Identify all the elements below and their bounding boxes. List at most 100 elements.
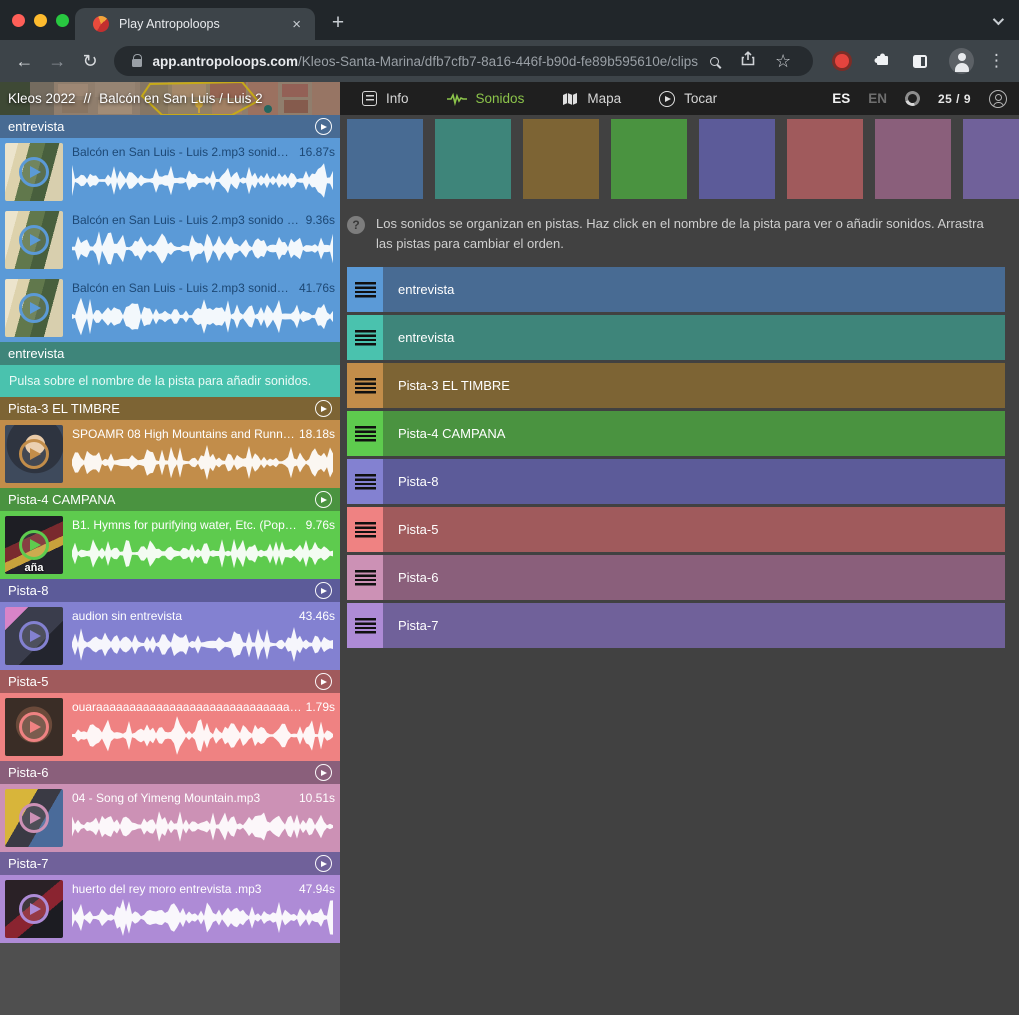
back-button[interactable]: ← [10, 51, 39, 72]
track-swatch[interactable] [435, 119, 511, 199]
lang-es-button[interactable]: ES [832, 91, 850, 106]
track-play-button[interactable] [315, 673, 332, 690]
account-icon[interactable] [989, 90, 1007, 108]
track-header[interactable]: Pista-5 [0, 670, 340, 693]
close-window-button[interactable] [12, 14, 25, 27]
map-thumbnail[interactable]: Kleos 2022 // Balcón en San Luis / Luis … [0, 82, 340, 115]
minimize-window-button[interactable] [34, 14, 47, 27]
maximize-window-button[interactable] [56, 14, 69, 27]
track-swatch[interactable] [963, 119, 1019, 199]
share-icon[interactable] [741, 51, 755, 71]
clip[interactable]: Balcón en San Luis - Luis 2.mp3 sonido h… [0, 274, 340, 342]
track-row[interactable]: Pista-4 CAMPANA [347, 411, 1005, 456]
track-header[interactable]: entrevista [0, 342, 340, 365]
track-row[interactable]: Pista-6 [347, 555, 1005, 600]
drag-handle[interactable] [347, 459, 383, 504]
nav-mapa[interactable]: Mapa [562, 91, 621, 106]
nav-tocar[interactable]: Tocar [659, 91, 717, 107]
tab-close-icon[interactable]: × [288, 16, 305, 33]
track-row[interactable]: entrevista [347, 315, 1005, 360]
clip[interactable]: Balcón en San Luis - Luis 2.mp3 sonido h… [0, 138, 340, 206]
track-play-button[interactable] [315, 400, 332, 417]
track-swatch[interactable] [523, 119, 599, 199]
clip[interactable]: ouaraaaaaaaaaaaaaaaaaaaaaaaaaaaaaaaaaaa.… [0, 693, 340, 761]
drag-handle[interactable] [347, 507, 383, 552]
clip-thumbnail[interactable] [5, 143, 63, 201]
new-tab-button[interactable]: + [325, 11, 351, 35]
clip-thumbnail[interactable] [5, 698, 63, 756]
nav-sonidos[interactable]: Sonidos [447, 91, 525, 106]
track-swatch[interactable] [787, 119, 863, 199]
track-row[interactable]: entrevista [347, 267, 1005, 312]
clip-play-icon[interactable] [19, 157, 49, 187]
clip[interactable]: 04 - Song of Yimeng Mountain.mp310.51s [0, 784, 340, 852]
clip-play-icon[interactable] [19, 621, 49, 651]
bookmark-star-icon[interactable]: ☆ [775, 52, 791, 70]
clip-play-icon[interactable] [19, 439, 49, 469]
track-row-label[interactable]: entrevista [383, 267, 454, 312]
browser-menu-icon[interactable]: ⋮ [988, 51, 1005, 71]
track-row[interactable]: Pista-8 [347, 459, 1005, 504]
track-swatch[interactable] [875, 119, 951, 199]
drag-handle[interactable] [347, 315, 383, 360]
track-row-label[interactable]: Pista-7 [383, 603, 438, 648]
track-row-label[interactable]: Pista-8 [383, 459, 438, 504]
track-play-button[interactable] [315, 491, 332, 508]
forward-button[interactable]: → [43, 51, 72, 72]
side-panel-icon[interactable] [913, 55, 927, 68]
recording-indicator-icon[interactable] [835, 54, 848, 68]
track-play-button[interactable] [315, 582, 332, 599]
drag-handle[interactable] [347, 603, 383, 648]
clip-play-icon[interactable] [19, 712, 49, 742]
breadcrumb-project[interactable]: Kleos 2022 [8, 91, 76, 106]
track-row[interactable]: Pista-5 [347, 507, 1005, 552]
track-row-label[interactable]: entrevista [383, 315, 454, 360]
page-url[interactable]: app.antropoloops.com/Kleos-Santa-Marina/… [152, 54, 698, 69]
browser-tab[interactable]: Play Antropoloops × [75, 8, 315, 40]
track-header[interactable]: Pista-7 [0, 852, 340, 875]
track-play-button[interactable] [315, 855, 332, 872]
track-swatch[interactable] [611, 119, 687, 199]
clip-thumbnail[interactable] [5, 789, 63, 847]
clip[interactable]: Balcón en San Luis - Luis 2.mp3 sonido h… [0, 206, 340, 274]
clip-play-icon[interactable] [19, 225, 49, 255]
track-row-label[interactable]: Pista-4 CAMPANA [383, 411, 505, 456]
help-icon[interactable]: ? [347, 216, 365, 234]
clip-thumbnail[interactable] [5, 425, 63, 483]
track-swatch[interactable] [699, 119, 775, 199]
track-header[interactable]: Pista-6 [0, 761, 340, 784]
clip-play-icon[interactable] [19, 530, 49, 560]
track-row[interactable]: Pista-3 EL TIMBRE [347, 363, 1005, 408]
clip-play-icon[interactable] [19, 894, 49, 924]
clip-thumbnail[interactable]: aña [5, 516, 63, 574]
browser-profile-avatar[interactable] [949, 48, 974, 74]
drag-handle[interactable] [347, 363, 383, 408]
track-row-label[interactable]: Pista-5 [383, 507, 438, 552]
clip-thumbnail[interactable] [5, 279, 63, 337]
track-row-label[interactable]: Pista-3 EL TIMBRE [383, 363, 510, 408]
reload-button[interactable]: ↻ [76, 51, 105, 72]
clip-play-icon[interactable] [19, 293, 49, 323]
address-bar[interactable]: app.antropoloops.com/Kleos-Santa-Marina/… [114, 46, 813, 76]
clip-thumbnail[interactable] [5, 211, 63, 269]
clip-play-icon[interactable] [19, 803, 49, 833]
track-play-button[interactable] [315, 764, 332, 781]
track-header[interactable]: Pista-3 EL TIMBRE [0, 397, 340, 420]
lang-en-button[interactable]: EN [868, 91, 887, 106]
track-play-button[interactable] [315, 118, 332, 135]
zoom-icon[interactable] [710, 57, 719, 66]
track-header[interactable]: Pista-4 CAMPANA [0, 488, 340, 511]
track-row[interactable]: Pista-7 [347, 603, 1005, 648]
extensions-puzzle-icon[interactable] [874, 51, 890, 71]
drag-handle[interactable] [347, 411, 383, 456]
track-header[interactable]: Pista-8 [0, 579, 340, 602]
track-header[interactable]: entrevista [0, 115, 340, 138]
clip[interactable]: huerto del rey moro entrevista .mp347.94… [0, 875, 340, 943]
tab-search-chevron-icon[interactable] [993, 14, 1004, 25]
clip[interactable]: aña B1. Hymns for purifying water, Etc. … [0, 511, 340, 579]
clip-thumbnail[interactable] [5, 607, 63, 665]
clip[interactable]: SPOAMR 08 High Mountains and Running ...… [0, 420, 340, 488]
clip[interactable]: audion sin entrevista43.46s [0, 602, 340, 670]
track-row-label[interactable]: Pista-6 [383, 555, 438, 600]
nav-info[interactable]: Info [362, 91, 409, 106]
